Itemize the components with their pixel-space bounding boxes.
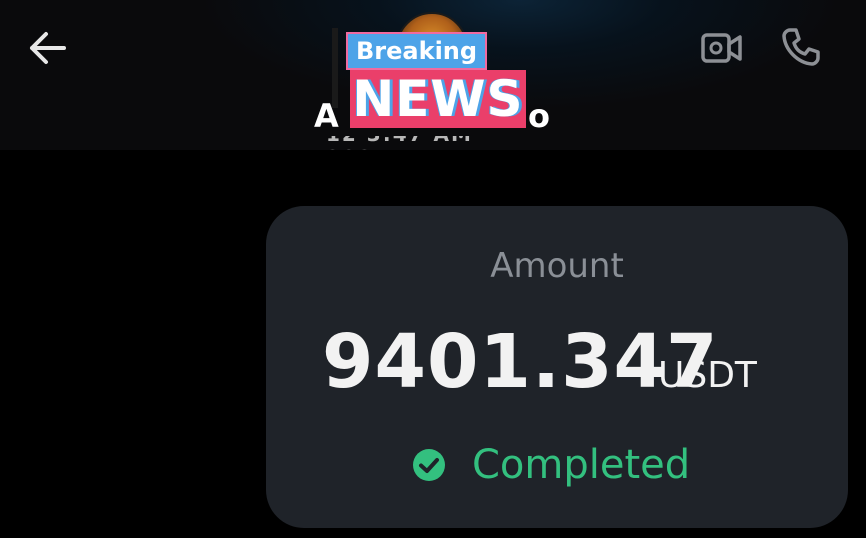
transfer-card[interactable]: Amount 9401.347 USDT Completed [266, 206, 848, 528]
back-button[interactable] [24, 26, 72, 74]
breaking-news-overlay: Breaking NEWS [330, 28, 530, 132]
status-text: Completed [472, 442, 691, 488]
video-camera-icon [700, 31, 744, 69]
contact-name-end[interactable]: o [528, 96, 550, 136]
voice-call-button[interactable] [776, 24, 826, 74]
transfer-status: Completed [412, 440, 690, 490]
amount-currency: USDT [658, 355, 757, 396]
arrow-left-icon [28, 31, 68, 69]
chat-screen: A o 12 3:47 AM 2024 Breaking NEWS Amount… [0, 0, 866, 538]
contact-last-seen-text: 12 3:47 AM 2024 [326, 136, 536, 150]
check-circle-icon [412, 448, 446, 482]
phone-icon [780, 26, 822, 72]
breaking-label: Breaking [346, 32, 488, 70]
news-label: NEWS [352, 70, 524, 128]
contact-last-seen: 12 3:47 AM 2024 [326, 136, 536, 150]
news-banner: NEWS [350, 70, 526, 128]
overlay-pole [332, 28, 338, 108]
video-call-button[interactable] [696, 26, 748, 74]
amount-caption: Amount [490, 246, 624, 286]
